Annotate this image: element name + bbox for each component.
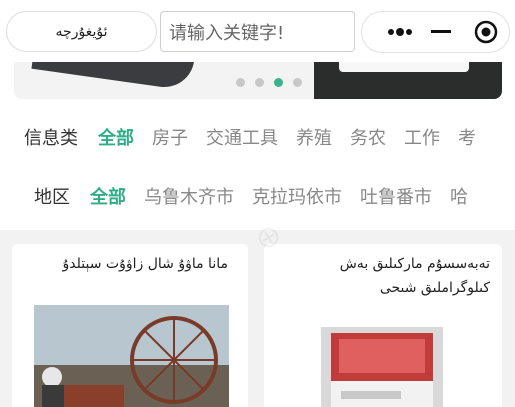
listing-card[interactable]: مانا ماۋۇ شال زاۋۇت سېتلدۇ <box>12 244 248 407</box>
category-filter-row: 信息类 全部 房子 交通工具 养殖 务农 工作考 <box>24 122 494 152</box>
category-option[interactable]: 房子 <box>152 124 188 150</box>
listing-title: تەبەسسۇم ماركىلىق بەش كىلوگراملىق شىحى <box>339 256 490 296</box>
banner-image-left <box>31 62 197 91</box>
region-option[interactable]: 克拉玛依市 <box>252 183 342 209</box>
carousel-dot[interactable] <box>236 78 245 87</box>
region-option[interactable]: 全部 <box>90 183 126 209</box>
banner-carousel[interactable] <box>14 62 502 99</box>
miniprogram-capsule <box>361 11 510 53</box>
listing-image <box>34 305 229 407</box>
region-filter-row: 地区 全部 乌鲁木齐市 克拉玛依市 吐鲁番市哈 <box>34 181 486 211</box>
language-switch-button[interactable]: ئۇيغۇرچە <box>6 11 157 52</box>
search-input[interactable]: 请输入关键字! <box>160 11 355 52</box>
carousel-dot[interactable] <box>293 78 302 87</box>
region-label: 地区 <box>34 187 70 208</box>
region-option[interactable]: 乌鲁木齐市 <box>144 183 234 209</box>
minimize-icon[interactable] <box>426 12 456 52</box>
carousel-indicator <box>236 78 302 87</box>
category-option[interactable]: 工作 <box>404 124 440 150</box>
top-header: ئۇيغۇرچە 请输入关键字! <box>0 0 515 62</box>
listing-card[interactable]: تەبەسسۇم ماركىلىق بەش كىلوگراملىق شىحى <box>264 244 502 407</box>
more-options-icon[interactable] <box>380 12 420 52</box>
category-option[interactable]: 养殖 <box>296 124 332 150</box>
category-option[interactable]: 考 <box>458 124 476 150</box>
listing-title: مانا ماۋۇ شال زاۋۇت سېتلدۇ <box>62 256 228 272</box>
banner-card <box>339 62 469 72</box>
category-option[interactable]: 交通工具 <box>206 124 278 150</box>
search-placeholder: 请输入关键字! <box>169 22 285 44</box>
carousel-dot[interactable] <box>255 78 264 87</box>
region-option[interactable]: 吐鲁番市 <box>360 183 432 209</box>
category-option[interactable]: 务农 <box>350 124 386 150</box>
banner-section <box>0 62 515 110</box>
category-label: 信息类 <box>24 128 78 149</box>
close-target-icon[interactable] <box>466 12 506 52</box>
carousel-dot[interactable] <box>274 78 283 87</box>
listing-image <box>321 327 443 407</box>
filter-panel: 信息类 全部 房子 交通工具 养殖 务农 工作考 地区 全部 乌鲁木齐市 克拉玛依市 吐鲁番市哈 <box>0 110 515 230</box>
listing-grid: مانا ماۋۇ شال زاۋۇت سېتلدۇ تەبەسسۇم مارك… <box>0 216 515 407</box>
category-option[interactable]: 全部 <box>98 124 134 150</box>
region-option[interactable]: 哈 <box>450 183 468 209</box>
